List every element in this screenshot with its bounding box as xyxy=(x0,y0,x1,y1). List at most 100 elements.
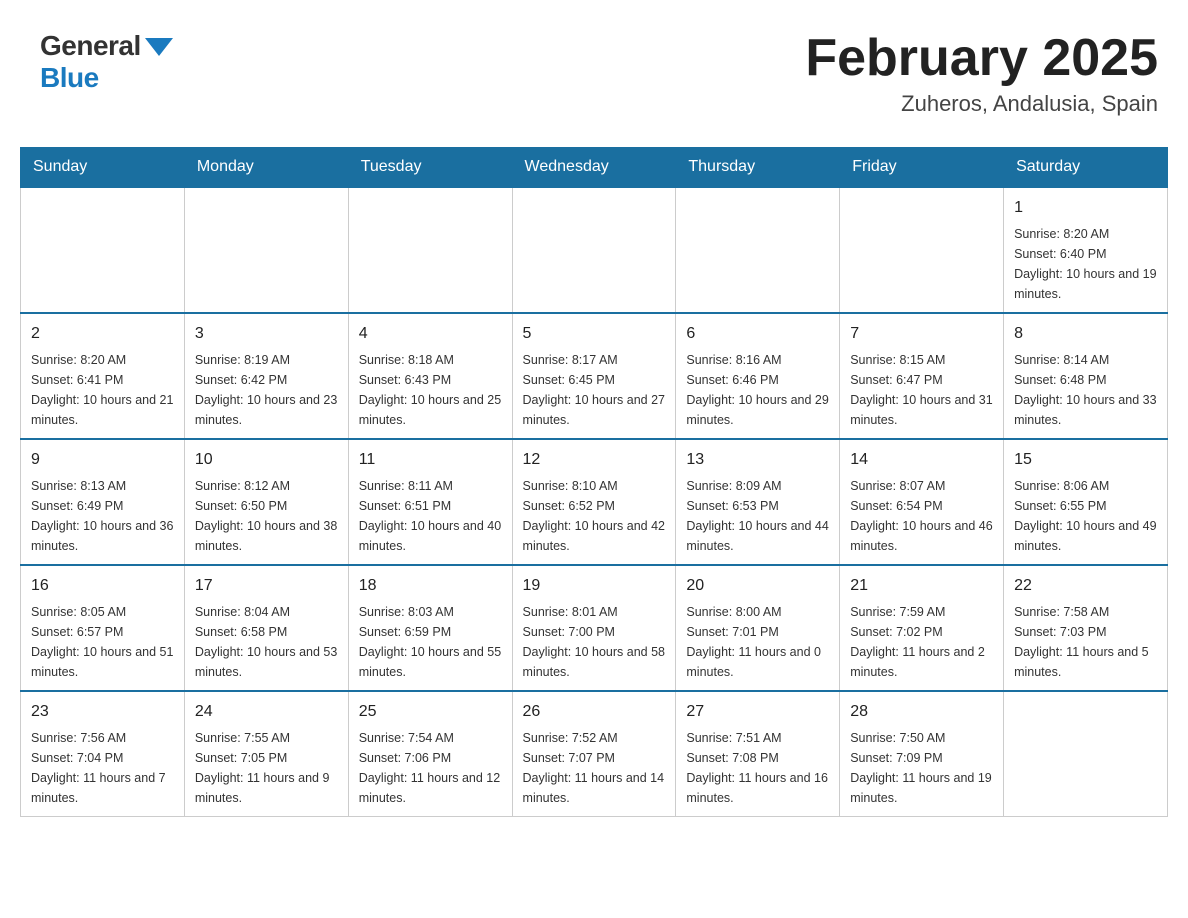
day-info: Sunrise: 7:59 AMSunset: 7:02 PMDaylight:… xyxy=(850,602,993,682)
day-number: 21 xyxy=(850,574,993,598)
day-number: 10 xyxy=(195,448,338,472)
page-header: General Blue February 2025 Zuheros, Anda… xyxy=(20,20,1168,127)
calendar-cell: 21 Sunrise: 7:59 AMSunset: 7:02 PMDayligh… xyxy=(840,565,1004,691)
weekday-header-wednesday: Wednesday xyxy=(512,148,676,188)
calendar-cell: 7 Sunrise: 8:15 AMSunset: 6:47 PMDaylight… xyxy=(840,313,1004,439)
day-info: Sunrise: 8:06 AMSunset: 6:55 PMDaylight:… xyxy=(1014,476,1157,556)
day-info: Sunrise: 8:20 AMSunset: 6:40 PMDaylight:… xyxy=(1014,224,1157,304)
calendar-cell: 16 Sunrise: 8:05 AMSunset: 6:57 PMDayligh… xyxy=(21,565,185,691)
day-number: 7 xyxy=(850,322,993,346)
weekday-header-thursday: Thursday xyxy=(676,148,840,188)
day-info: Sunrise: 8:03 AMSunset: 6:59 PMDaylight:… xyxy=(359,602,502,682)
day-info: Sunrise: 7:58 AMSunset: 7:03 PMDaylight:… xyxy=(1014,602,1157,682)
calendar-cell: 3 Sunrise: 8:19 AMSunset: 6:42 PMDaylight… xyxy=(184,313,348,439)
title-section: February 2025 Zuheros, Andalusia, Spain xyxy=(805,30,1158,117)
calendar-cell: 4Sunrise: 8:18 AMSunset: 6:43 PMDaylight… xyxy=(348,313,512,439)
day-number: 17 xyxy=(195,574,338,598)
day-info: Sunrise: 8:13 AMSunset: 6:49 PMDaylight:… xyxy=(31,476,174,556)
day-info: Sunrise: 8:01 AMSunset: 7:00 PMDaylight:… xyxy=(523,602,666,682)
calendar-cell: 26 Sunrise: 7:52 AMSunset: 7:07 PMDayligh… xyxy=(512,691,676,817)
calendar-cell: 27Sunrise: 7:51 AMSunset: 7:08 PMDayligh… xyxy=(676,691,840,817)
calendar-cell: 11 Sunrise: 8:11 AMSunset: 6:51 PMDayligh… xyxy=(348,439,512,565)
day-info: Sunrise: 8:12 AMSunset: 6:50 PMDaylight:… xyxy=(195,476,338,556)
day-info: Sunrise: 8:00 AMSunset: 7:01 PMDaylight:… xyxy=(686,602,829,682)
calendar-cell xyxy=(840,187,1004,313)
calendar-cell: 23Sunrise: 7:56 AMSunset: 7:04 PMDayligh… xyxy=(21,691,185,817)
day-info: Sunrise: 8:04 AMSunset: 6:58 PMDaylight:… xyxy=(195,602,338,682)
day-info: Sunrise: 7:51 AMSunset: 7:08 PMDaylight:… xyxy=(686,728,829,808)
calendar-week-5: 23Sunrise: 7:56 AMSunset: 7:04 PMDayligh… xyxy=(21,691,1168,817)
calendar-cell xyxy=(21,187,185,313)
day-info: Sunrise: 8:11 AMSunset: 6:51 PMDaylight:… xyxy=(359,476,502,556)
calendar-cell: 22 Sunrise: 7:58 AMSunset: 7:03 PMDayligh… xyxy=(1004,565,1168,691)
day-number: 13 xyxy=(686,448,829,472)
logo-blue-text: Blue xyxy=(40,62,99,94)
day-info: Sunrise: 8:15 AMSunset: 6:47 PMDaylight:… xyxy=(850,350,993,430)
day-info: Sunrise: 8:20 AMSunset: 6:41 PMDaylight:… xyxy=(31,350,174,430)
calendar-cell: 20 Sunrise: 8:00 AMSunset: 7:01 PMDayligh… xyxy=(676,565,840,691)
day-number: 22 xyxy=(1014,574,1157,598)
weekday-header-friday: Friday xyxy=(840,148,1004,188)
calendar-cell: 13Sunrise: 8:09 AMSunset: 6:53 PMDayligh… xyxy=(676,439,840,565)
calendar-cell: 24 Sunrise: 7:55 AMSunset: 7:05 PMDayligh… xyxy=(184,691,348,817)
calendar-cell: 9 Sunrise: 8:13 AMSunset: 6:49 PMDaylight… xyxy=(21,439,185,565)
day-number: 2 xyxy=(31,322,174,346)
day-number: 18 xyxy=(359,574,502,598)
calendar-week-3: 9 Sunrise: 8:13 AMSunset: 6:49 PMDaylight… xyxy=(21,439,1168,565)
calendar-cell: 2 Sunrise: 8:20 AMSunset: 6:41 PMDaylight… xyxy=(21,313,185,439)
weekday-header-tuesday: Tuesday xyxy=(348,148,512,188)
weekday-header-row: SundayMondayTuesdayWednesdayThursdayFrid… xyxy=(21,148,1168,188)
calendar-cell: 19 Sunrise: 8:01 AMSunset: 7:00 PMDayligh… xyxy=(512,565,676,691)
day-number: 14 xyxy=(850,448,993,472)
day-number: 12 xyxy=(523,448,666,472)
day-info: Sunrise: 8:07 AMSunset: 6:54 PMDaylight:… xyxy=(850,476,993,556)
day-number: 6 xyxy=(686,322,829,346)
calendar-cell: 12 Sunrise: 8:10 AMSunset: 6:52 PMDayligh… xyxy=(512,439,676,565)
day-info: Sunrise: 7:56 AMSunset: 7:04 PMDaylight:… xyxy=(31,728,174,808)
day-number: 28 xyxy=(850,700,993,724)
day-number: 3 xyxy=(195,322,338,346)
day-info: Sunrise: 8:16 AMSunset: 6:46 PMDaylight:… xyxy=(686,350,829,430)
calendar-cell: 10 Sunrise: 8:12 AMSunset: 6:50 PMDayligh… xyxy=(184,439,348,565)
weekday-header-saturday: Saturday xyxy=(1004,148,1168,188)
day-info: Sunrise: 7:55 AMSunset: 7:05 PMDaylight:… xyxy=(195,728,338,808)
day-number: 4 xyxy=(359,322,502,346)
day-number: 24 xyxy=(195,700,338,724)
calendar-cell xyxy=(512,187,676,313)
day-info: Sunrise: 7:52 AMSunset: 7:07 PMDaylight:… xyxy=(523,728,666,808)
calendar-table: SundayMondayTuesdayWednesdayThursdayFrid… xyxy=(20,147,1168,817)
logo-general-text: General xyxy=(40,30,141,62)
day-info: Sunrise: 7:54 AMSunset: 7:06 PMDaylight:… xyxy=(359,728,502,808)
calendar-cell: 1Sunrise: 8:20 AMSunset: 6:40 PMDaylight… xyxy=(1004,187,1168,313)
calendar-cell xyxy=(676,187,840,313)
day-number: 16 xyxy=(31,574,174,598)
logo-triangle-icon xyxy=(145,38,173,56)
day-info: Sunrise: 8:05 AMSunset: 6:57 PMDaylight:… xyxy=(31,602,174,682)
day-number: 15 xyxy=(1014,448,1157,472)
calendar-cell: 14 Sunrise: 8:07 AMSunset: 6:54 PMDayligh… xyxy=(840,439,1004,565)
day-number: 26 xyxy=(523,700,666,724)
calendar-cell: 15 Sunrise: 8:06 AMSunset: 6:55 PMDayligh… xyxy=(1004,439,1168,565)
calendar-cell: 25Sunrise: 7:54 AMSunset: 7:06 PMDayligh… xyxy=(348,691,512,817)
day-number: 19 xyxy=(523,574,666,598)
calendar-cell xyxy=(348,187,512,313)
calendar-week-1: 1Sunrise: 8:20 AMSunset: 6:40 PMDaylight… xyxy=(21,187,1168,313)
day-number: 5 xyxy=(523,322,666,346)
day-info: Sunrise: 8:17 AMSunset: 6:45 PMDaylight:… xyxy=(523,350,666,430)
day-number: 20 xyxy=(686,574,829,598)
calendar-cell xyxy=(1004,691,1168,817)
day-number: 9 xyxy=(31,448,174,472)
day-number: 11 xyxy=(359,448,502,472)
location-title: Zuheros, Andalusia, Spain xyxy=(805,91,1158,117)
calendar-week-4: 16 Sunrise: 8:05 AMSunset: 6:57 PMDayligh… xyxy=(21,565,1168,691)
day-number: 8 xyxy=(1014,322,1157,346)
day-info: Sunrise: 7:50 AMSunset: 7:09 PMDaylight:… xyxy=(850,728,993,808)
calendar-week-2: 2 Sunrise: 8:20 AMSunset: 6:41 PMDaylight… xyxy=(21,313,1168,439)
day-info: Sunrise: 8:19 AMSunset: 6:42 PMDaylight:… xyxy=(195,350,338,430)
weekday-header-sunday: Sunday xyxy=(21,148,185,188)
calendar-cell: 18 Sunrise: 8:03 AMSunset: 6:59 PMDayligh… xyxy=(348,565,512,691)
calendar-cell: 28 Sunrise: 7:50 AMSunset: 7:09 PMDayligh… xyxy=(840,691,1004,817)
calendar-cell: 6 Sunrise: 8:16 AMSunset: 6:46 PMDaylight… xyxy=(676,313,840,439)
calendar-cell xyxy=(184,187,348,313)
day-info: Sunrise: 8:10 AMSunset: 6:52 PMDaylight:… xyxy=(523,476,666,556)
